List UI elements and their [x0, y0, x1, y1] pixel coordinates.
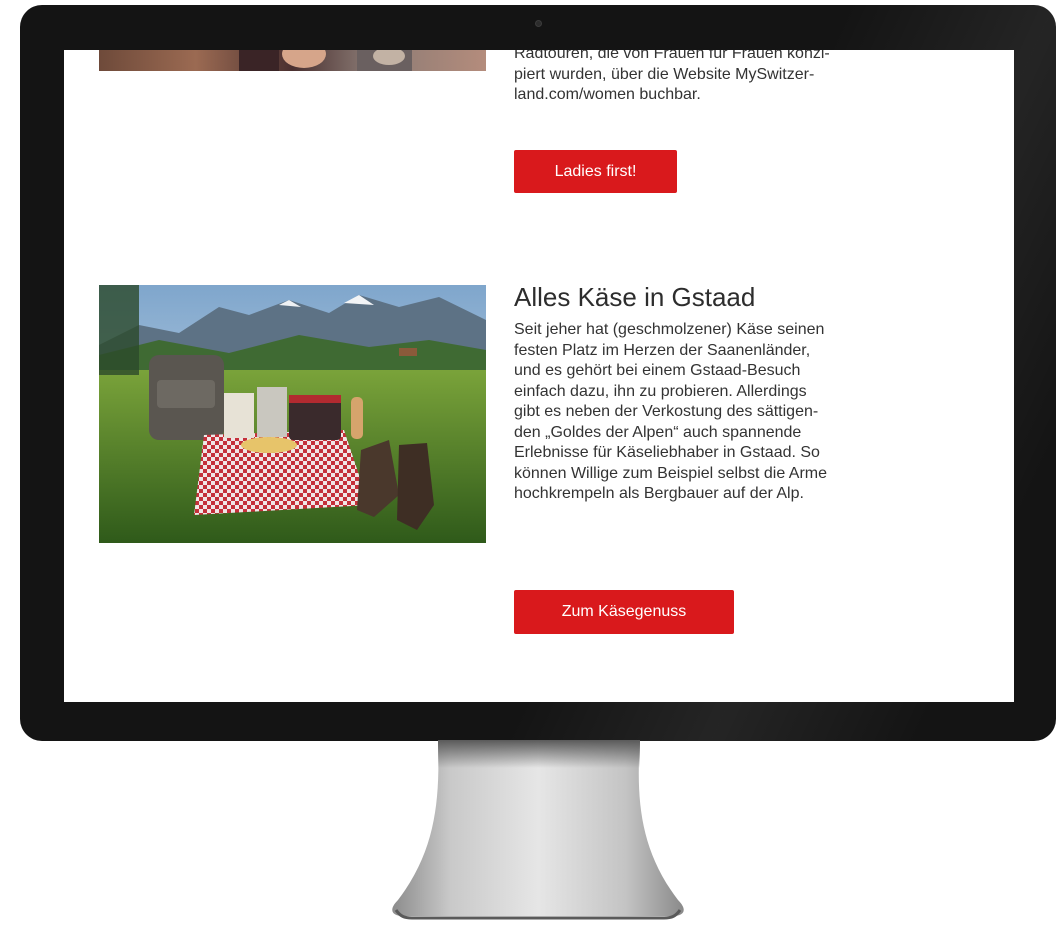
body-line: Radtouren, die von Frauen für Frauen kon… — [514, 50, 830, 62]
cheese-picnic-image — [99, 285, 486, 543]
monitor-stand — [378, 740, 698, 922]
body-line: land.com/women buchbar. — [514, 86, 701, 103]
article-kase-text: Alles Käse in Gstaad Seit jeher hat (ges… — [514, 278, 914, 505]
monitor-screen: Radtouren, die von Frauen für Frauen kon… — [64, 50, 1014, 702]
body-line: piert wurden, über die Website MySwitzer… — [514, 65, 815, 83]
body-line: hochkrempeln als Bergbauer auf der Alp. — [514, 485, 804, 502]
body-line: den „Goldes der Alpen“ auch spannende — [514, 423, 802, 441]
cycling-women-image — [99, 50, 486, 71]
kasegenuss-button[interactable]: Zum Käsegenuss — [514, 590, 734, 634]
body-line: Seit jeher hat (geschmolzener) Käse sein… — [514, 321, 825, 338]
ladies-first-button[interactable]: Ladies first! — [514, 150, 677, 193]
body-line: und es gehört bei einem Gstaad-Besuch — [514, 362, 801, 379]
body-line: Erlebnisse für Käseliebhaber in Gstaad. … — [514, 444, 820, 461]
body-line: festen Platz im Herzen der Saanenländer, — [514, 341, 811, 359]
body-line: einfach dazu, ihn zu probieren. Allerdin… — [514, 382, 807, 400]
article-title: Alles Käse in Gstaad — [514, 282, 756, 312]
article-top-text: Radtouren, die von Frauen für Frauen kon… — [514, 50, 914, 106]
body-line: können Willige zum Beispiel selbst die A… — [514, 464, 828, 482]
body-line: gibt es neben der Verkostung des sättige… — [514, 403, 819, 420]
camera-icon — [535, 20, 542, 27]
monitor-bezel: Radtouren, die von Frauen für Frauen kon… — [20, 5, 1056, 741]
